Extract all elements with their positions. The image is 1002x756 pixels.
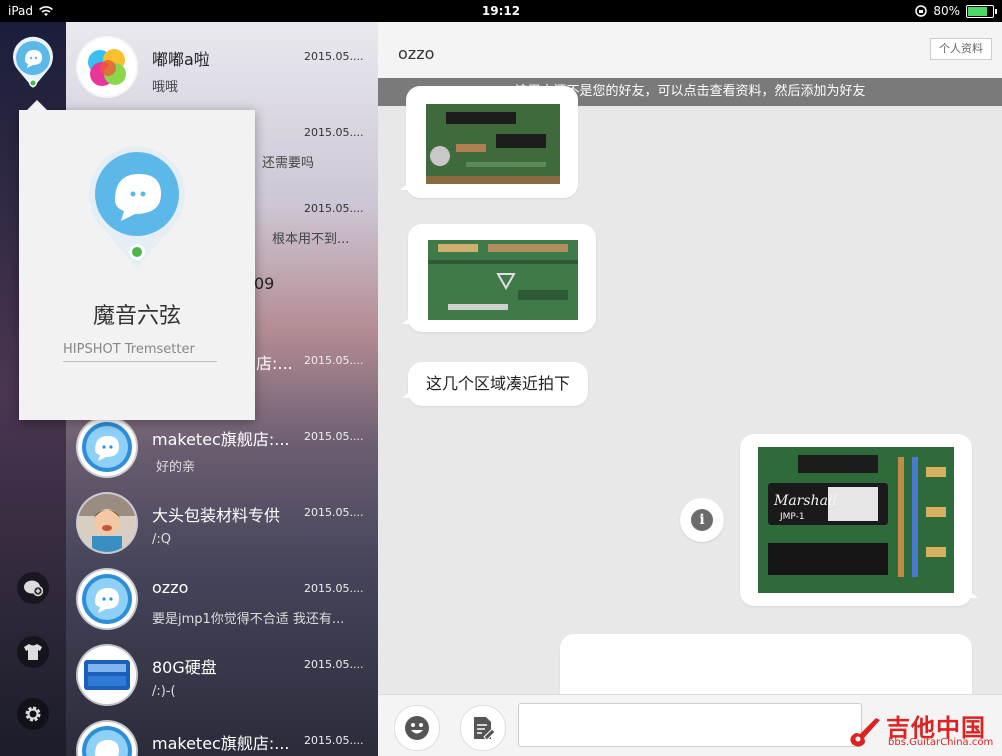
conversation-date: 2015.05.... [304, 430, 364, 443]
qq-bubble-icon [78, 570, 136, 628]
chip-model: JMP-1 [779, 512, 805, 522]
rotation-lock-icon [915, 5, 928, 17]
status-bar: iPad 19:12 80% [0, 0, 1002, 22]
qq-bubble-icon [78, 418, 136, 476]
colorful-balls-icon [78, 38, 136, 96]
conversation-item[interactable]: maketec旗舰店:... 2015.05.... [66, 716, 378, 756]
app-window: iPad 19:12 80% 嘟嘟a啦 2015.05.... 哦哦 2015.… [0, 0, 1002, 756]
conversation-date: 2015.05.... [304, 582, 364, 595]
conversation-name: 80G硬盘 [152, 658, 217, 677]
qq-bubble-icon [78, 722, 136, 756]
message-input[interactable] [518, 703, 862, 747]
avatar [78, 494, 136, 552]
conversation-date: 2015.05.... [304, 202, 364, 215]
blue-badge-avatar [78, 646, 136, 704]
watermark: 吉他中国 bbs.GuitarChina.com [846, 706, 998, 752]
clock: 19:12 [481, 4, 521, 18]
chat-title: ozzo [398, 44, 435, 63]
conversation-name: maketec旗舰店:... [152, 430, 290, 449]
conversation-date: 2015.05.... [304, 506, 364, 519]
attachment-button[interactable] [460, 705, 506, 751]
add-chat-button[interactable] [17, 572, 49, 604]
info-icon: i [691, 509, 713, 531]
conversation-preview: 根本用不到... [272, 232, 350, 247]
chat-plus-icon [24, 580, 43, 597]
guitar-logo-icon [850, 718, 880, 747]
battery-percent: 80% [933, 4, 960, 18]
conversation-preview: /:Q [152, 532, 171, 547]
conversation-preview: 要是jmp1你觉得不合适 我还有... [152, 612, 345, 627]
conversation-name: 大头包装材料专供 [152, 506, 281, 525]
conversation-preview: 还需要吗 [262, 156, 315, 171]
chat-header: ozzo 个人资料 [378, 22, 1002, 78]
skin-button[interactable] [17, 636, 49, 668]
profile-signature-field[interactable]: HIPSHOT Tremsetter [63, 342, 217, 362]
chat-panel: ozzo 个人资料 该用户还不是您的好友，可以点击查看资料，然后添加为好友 这几… [378, 22, 1002, 756]
image-message[interactable] [402, 224, 596, 332]
avatar [78, 38, 136, 96]
text-message[interactable]: 这几个区域凑近拍下 [401, 362, 589, 406]
conversation-date: 2015.05.... [304, 50, 364, 63]
conversation-date: 2015.05.... [304, 734, 364, 747]
conversation-item[interactable]: maketec旗舰店:... 2015.05.... 好的亲 [66, 412, 378, 488]
document-edit-icon [474, 717, 496, 741]
profile-avatar [89, 146, 185, 268]
profile-name: 魔音六弦 [92, 304, 181, 329]
conversation-preview: /:)-( [152, 684, 176, 699]
avatar [78, 646, 136, 704]
circuit-board-photo [428, 240, 578, 320]
avatar [78, 722, 136, 756]
conversation-date: 2015.05.... [304, 658, 364, 671]
conversation-item[interactable]: 大头包装材料专供 2015.05.... /:Q [66, 488, 378, 564]
conversation-name: 09 [254, 274, 275, 293]
avatar [78, 418, 136, 476]
profile-popup: 魔音六弦 HIPSHOT Tremsetter [19, 100, 255, 420]
child-photo-avatar [78, 494, 136, 552]
smiley-icon [405, 716, 429, 740]
conversation-preview: 哦哦 [152, 80, 179, 95]
conversation-item[interactable]: ozzo 2015.05.... 要是jmp1你觉得不合适 我还有... [66, 564, 378, 640]
conversation-name: maketec旗舰店:... [152, 734, 290, 753]
conversation-name: ozzo [152, 578, 189, 597]
conversation-date: 2015.05.... [304, 126, 364, 139]
conversation-preview: 好的亲 [156, 460, 196, 475]
gear-icon [25, 706, 41, 722]
watermark-url: bbs.GuitarChina.com [888, 737, 994, 748]
message-info-button[interactable]: i [680, 498, 724, 542]
avatar [78, 570, 136, 628]
image-message[interactable]: Marshall JMP-1 [740, 434, 978, 606]
shirt-icon [24, 644, 42, 660]
conversation-item[interactable]: 80G硬盘 2015.05.... /:)-( [66, 640, 378, 716]
conversation-item[interactable]: 嘟嘟a啦 2015.05.... 哦哦 [66, 32, 378, 108]
emoji-button[interactable] [394, 705, 440, 751]
conversation-name: 嘟嘟a啦 [152, 50, 210, 69]
conversation-name: 店:... [256, 354, 293, 373]
battery-icon [966, 4, 997, 18]
profile-button[interactable]: 个人资料 [930, 38, 992, 60]
marshall-chip-photo: Marshall JMP-1 [758, 447, 954, 593]
circuit-board-photo [426, 104, 560, 184]
my-avatar[interactable] [10, 36, 56, 90]
image-message[interactable] [400, 86, 578, 198]
settings-button[interactable] [17, 698, 49, 730]
conversation-date: 2015.05.... [304, 354, 364, 367]
chip-label: Marshall [773, 493, 837, 509]
